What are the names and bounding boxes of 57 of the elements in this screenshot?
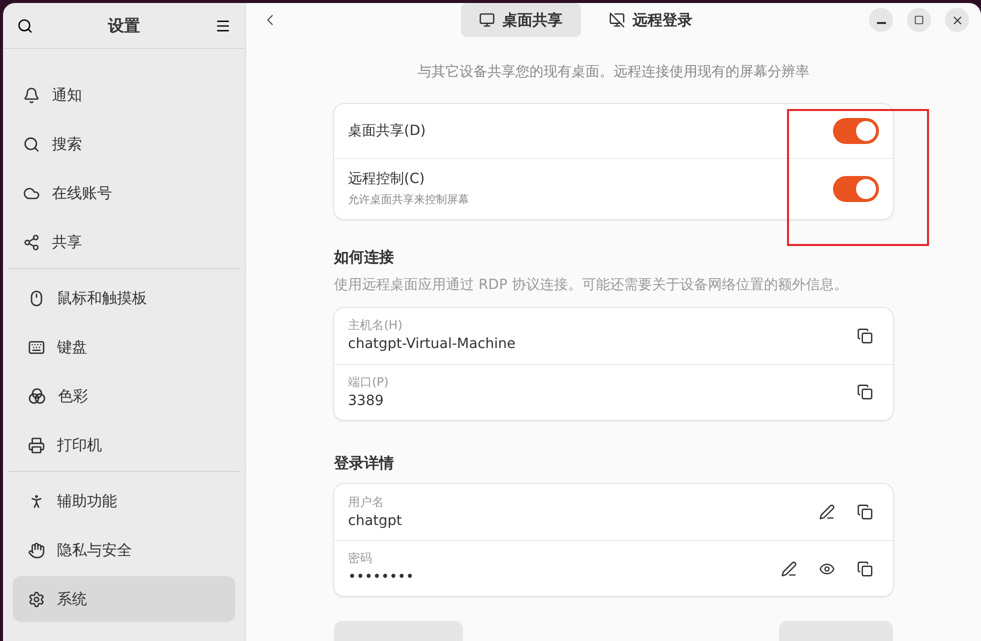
menu-icon — [215, 18, 231, 34]
field-label: 用户名 — [348, 494, 385, 510]
field-value: chatgpt-Virtual-Machine — [348, 335, 517, 354]
sidebar-item[interactable]: 色彩 — [13, 373, 235, 419]
tab[interactable]: 远程登录 — [590, 3, 710, 37]
eye-icon — [819, 560, 835, 576]
field-label: 密码 — [348, 550, 373, 567]
section-heading: 如何连接 — [334, 247, 395, 268]
sidebar-item[interactable]: 打印机 — [13, 422, 235, 468]
section-heading: 登录详情 — [334, 452, 395, 474]
printer-icon — [28, 436, 45, 454]
pencil-icon — [819, 504, 835, 520]
close-button[interactable] — [945, 8, 969, 32]
toggle-label: 桌面共享(D) — [348, 122, 426, 140]
toggle-subtitle: 允许桌面共享来控制屏幕 — [348, 192, 469, 208]
field-value: •••••••• — [348, 568, 416, 587]
minimize-icon — [876, 22, 886, 24]
search-icon — [23, 136, 40, 152]
monitor-crossed-icon — [608, 12, 624, 28]
field-label: 主机名(H) — [348, 317, 404, 334]
copy-icon — [857, 504, 873, 520]
sidebar-item[interactable]: 通知 — [8, 72, 240, 118]
close-icon — [950, 14, 964, 26]
gear-icon — [28, 590, 45, 608]
sidebar-item[interactable]: 搜索 — [8, 121, 240, 167]
description: 与其它设备共享您的现有桌面。远程连接使用现有的屏幕分辨率 — [416, 63, 810, 82]
sidebar-item[interactable]: 键盘 — [13, 324, 235, 370]
sidebar-item[interactable]: 系统 — [13, 576, 235, 622]
share-icon — [23, 234, 40, 250]
sidebar-item[interactable]: 在线账号 — [8, 170, 240, 216]
sidebar-title: 设置 — [108, 14, 140, 36]
sidebar-item[interactable]: 鼠标和触摸板 — [13, 275, 235, 321]
maximize-button[interactable] — [907, 8, 931, 32]
copy-icon — [857, 328, 873, 344]
field-value: 3389 — [348, 392, 385, 410]
section-description: 使用远程桌面应用通过 RDP 协议连接。可能还需要关于设备网络位置的额外信息。 — [334, 276, 849, 294]
search-icon — [17, 18, 33, 34]
maximize-icon — [914, 15, 924, 25]
field-value: chatgpt — [348, 512, 403, 530]
color-circles-icon — [28, 387, 46, 405]
sidebar-item[interactable]: 共享 — [8, 219, 240, 265]
toggle-switch[interactable] — [833, 176, 879, 202]
bell-icon — [23, 86, 40, 104]
toggle-switch[interactable] — [833, 118, 879, 144]
keyboard-icon — [28, 338, 45, 356]
copy-icon — [857, 560, 873, 576]
monitor-icon — [478, 12, 494, 28]
pencil-icon — [781, 560, 797, 576]
mouse-icon — [28, 290, 45, 306]
toggle-label: 远程控制(C) — [348, 170, 426, 190]
minimize-button[interactable] — [869, 8, 893, 32]
sidebar-item[interactable]: 辅助功能 — [13, 478, 235, 524]
field-label: 端口(P) — [348, 374, 390, 390]
copy-icon — [857, 384, 873, 400]
tab[interactable]: 桌面共享 — [460, 3, 580, 37]
sidebar-item[interactable]: 隐私与安全 — [13, 527, 235, 573]
hand-icon — [28, 542, 45, 558]
